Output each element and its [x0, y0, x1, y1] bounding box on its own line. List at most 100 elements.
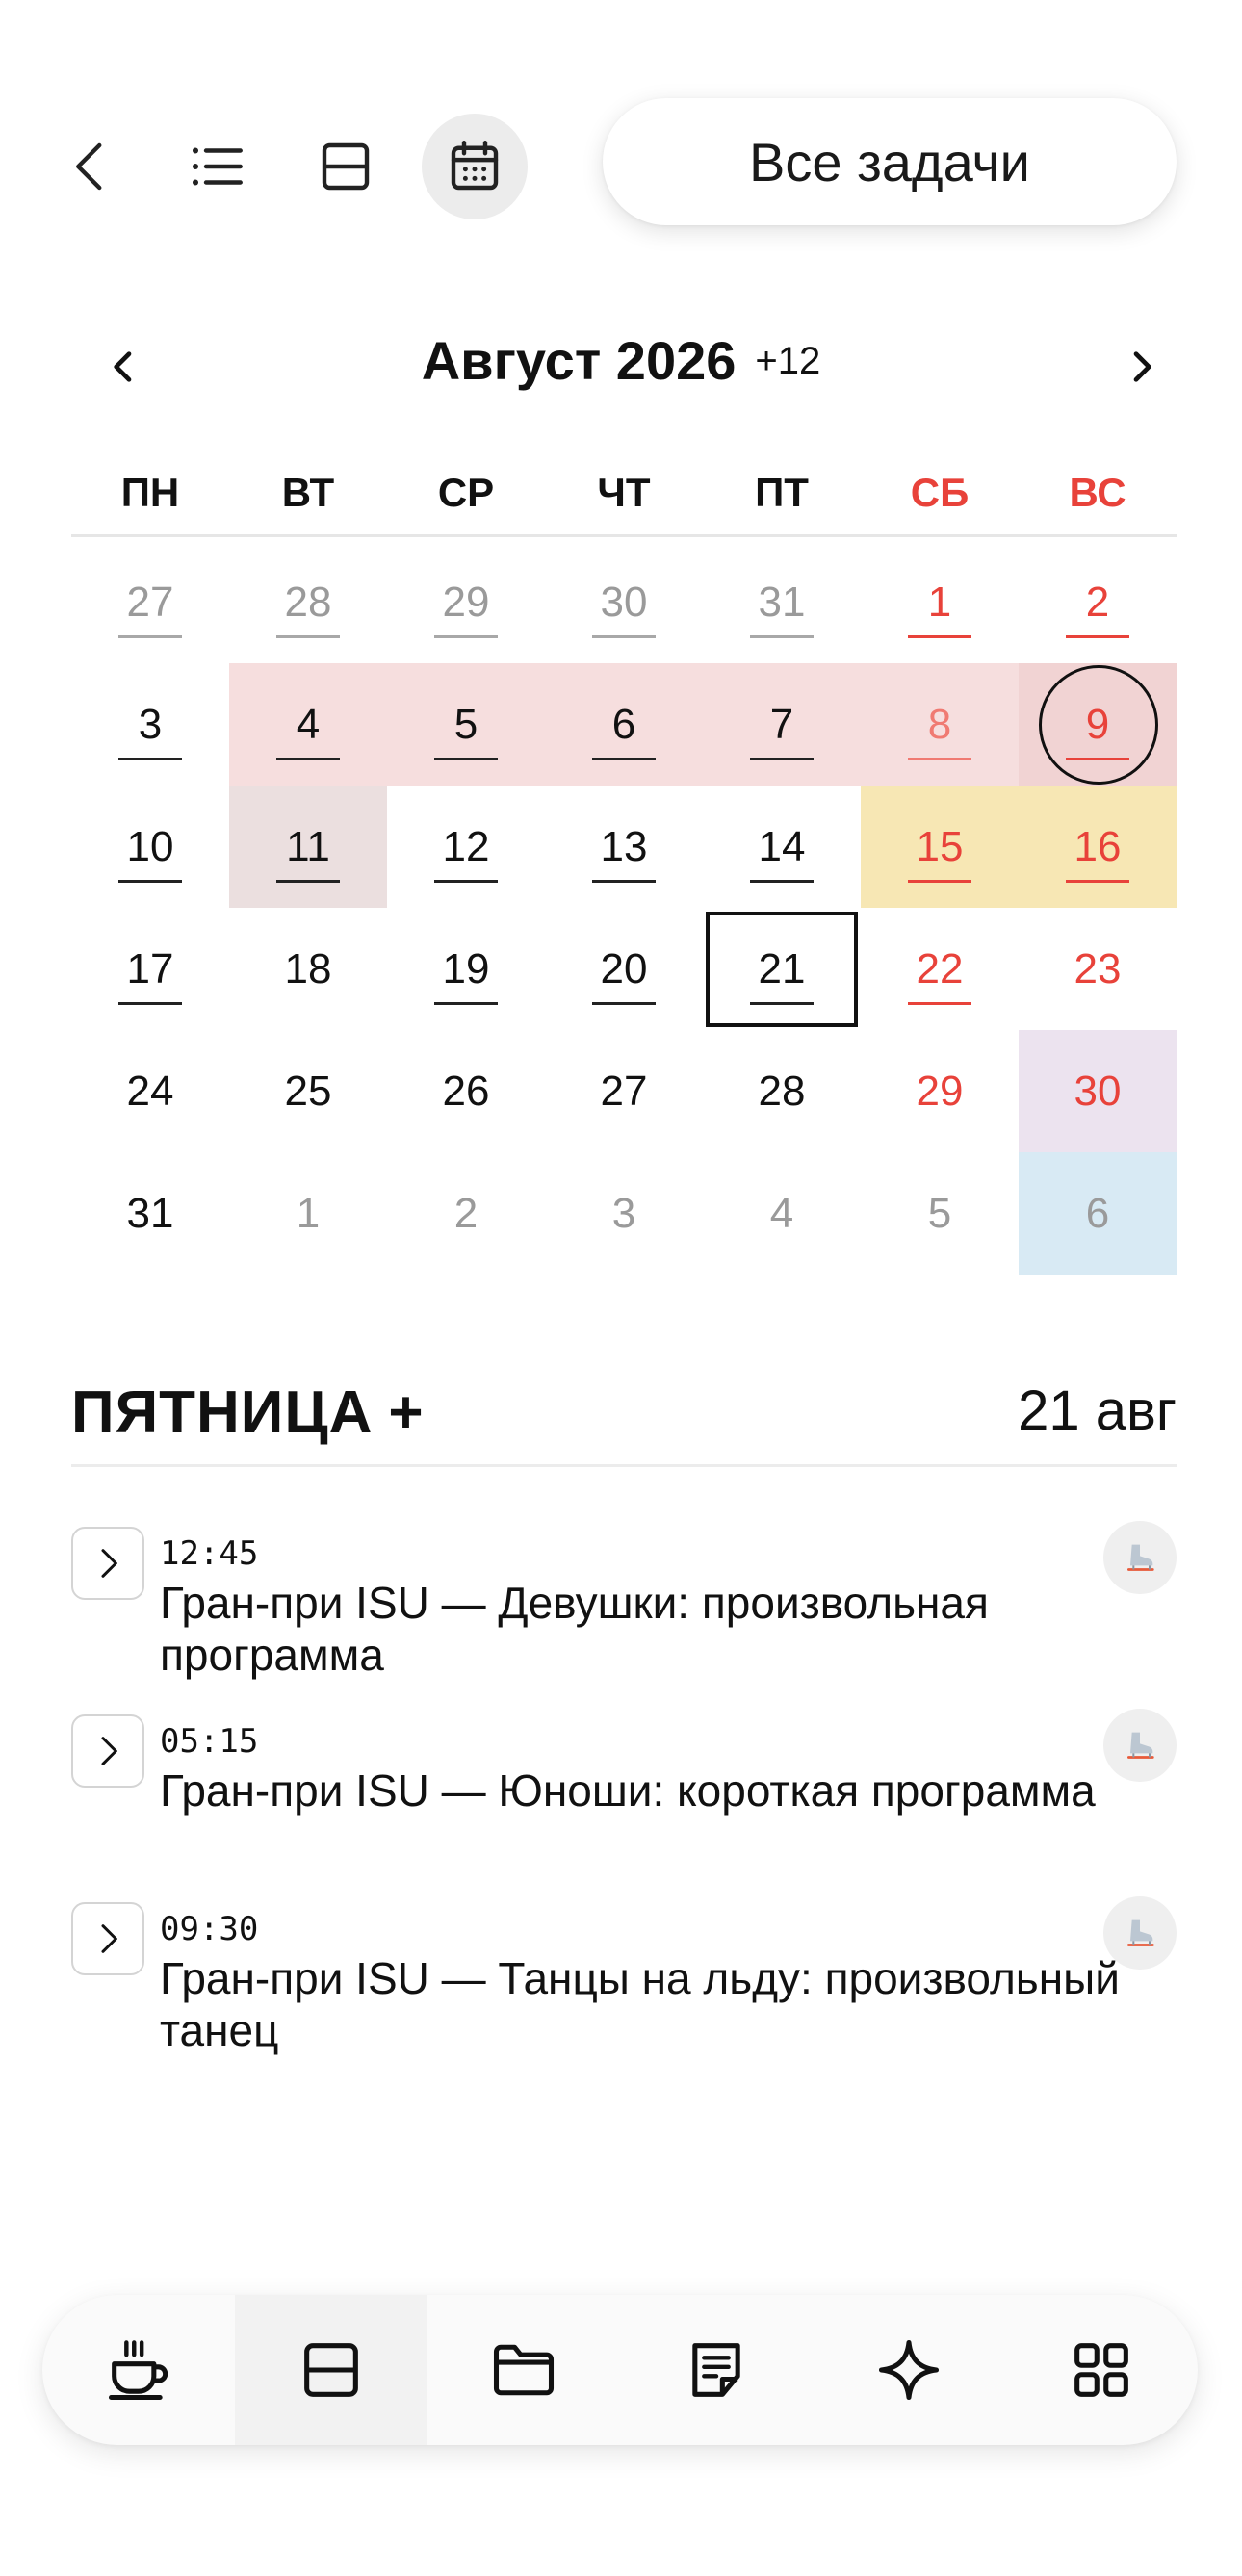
day-cell[interactable]: 30	[1019, 1030, 1177, 1152]
day-cell-selected[interactable]: 9	[1019, 663, 1177, 786]
day-cell[interactable]: 4	[229, 663, 387, 786]
weekday-name: ПЯТНИЦА	[71, 1379, 374, 1446]
day-cell[interactable]: 25	[229, 1030, 387, 1152]
extra-count: +12	[755, 340, 821, 382]
day-cell[interactable]: 5	[387, 663, 545, 786]
nav-more[interactable]	[1005, 2295, 1198, 2445]
expand-button[interactable]	[71, 1714, 144, 1788]
task-marker	[750, 880, 814, 883]
day-cell-today[interactable]: 21	[703, 908, 861, 1030]
task-time: 09:30	[160, 1910, 259, 1948]
split-view-icon	[322, 142, 370, 191]
task-item[interactable]: 05:15 Гран-при ISU — Юноши: короткая про…	[71, 1709, 1177, 1896]
day-cell[interactable]: 4	[703, 1152, 861, 1275]
task-marker	[276, 635, 340, 638]
day-cell[interactable]: 14	[703, 786, 861, 908]
day-cell[interactable]: 6	[545, 663, 703, 786]
task-marker	[1066, 880, 1129, 883]
calendar-view-button[interactable]	[422, 114, 528, 219]
nav-planner[interactable]	[235, 2295, 427, 2445]
task-list: 12:45 Гран-при ISU — Девушки: произвольн…	[71, 1521, 1177, 2084]
day-cell[interactable]: 7	[703, 663, 861, 786]
day-cell[interactable]: 29	[861, 1030, 1019, 1152]
day-cell[interactable]: 8	[861, 663, 1019, 786]
day-cell[interactable]: 10	[71, 786, 229, 908]
month-name: Август 2026	[421, 330, 737, 391]
day-cell[interactable]: 2	[1019, 541, 1177, 663]
day-number: 5	[453, 700, 479, 748]
day-cell[interactable]: 11	[229, 786, 387, 908]
day-cell[interactable]: 19	[387, 908, 545, 1030]
day-cell[interactable]: 1	[861, 541, 1019, 663]
folder-icon	[493, 2344, 555, 2396]
day-cell[interactable]: 3	[545, 1152, 703, 1275]
split-view-button[interactable]	[293, 114, 399, 219]
day-cell[interactable]: 29	[387, 541, 545, 663]
day-cell[interactable]: 31	[71, 1152, 229, 1275]
day-cell[interactable]: 15	[861, 786, 1019, 908]
day-cell[interactable]: 28	[229, 541, 387, 663]
calendar-week: 31 1 2 3 4 5 6	[71, 1152, 1177, 1275]
nav-notes[interactable]	[620, 2295, 813, 2445]
add-task-button[interactable]: +	[388, 1379, 424, 1446]
day-number: 2	[1085, 578, 1110, 626]
expand-button[interactable]	[71, 1902, 144, 1975]
nav-projects[interactable]	[427, 2295, 620, 2445]
day-cell[interactable]: 30	[545, 541, 703, 663]
day-cell[interactable]: 5	[861, 1152, 1019, 1275]
day-number: 29	[916, 1067, 964, 1115]
coffee-icon	[108, 2340, 168, 2401]
task-marker	[908, 1002, 971, 1005]
next-month-button[interactable]	[1107, 333, 1175, 400]
day-cell[interactable]: 28	[703, 1030, 861, 1152]
day-cell[interactable]: 26	[387, 1030, 545, 1152]
task-item[interactable]: 09:30 Гран-при ISU — Танцы на льду: прои…	[71, 1896, 1177, 2084]
notes-icon	[692, 2343, 740, 2397]
day-cell[interactable]: 23	[1019, 908, 1177, 1030]
nav-ai[interactable]	[813, 2295, 1005, 2445]
day-cell[interactable]: 31	[703, 541, 861, 663]
day-cell[interactable]: 3	[71, 663, 229, 786]
day-cell[interactable]: 22	[861, 908, 1019, 1030]
month-title[interactable]: Август 2026 +12	[71, 329, 1171, 392]
task-marker	[750, 758, 814, 760]
task-marker	[908, 758, 971, 760]
day-cell[interactable]: 20	[545, 908, 703, 1030]
task-marker	[118, 758, 182, 760]
day-number: 21	[758, 944, 806, 992]
task-marker	[1066, 635, 1129, 638]
day-cell[interactable]: 1	[229, 1152, 387, 1275]
list-icon	[192, 147, 243, 186]
expand-button[interactable]	[71, 1527, 144, 1600]
task-marker	[592, 635, 656, 638]
day-cell[interactable]: 27	[71, 541, 229, 663]
weekday-wed: СР	[437, 470, 495, 515]
task-marker	[750, 1002, 814, 1005]
day-number: 27	[600, 1067, 648, 1115]
day-number: 8	[927, 700, 952, 748]
day-cell[interactable]: 17	[71, 908, 229, 1030]
day-cell[interactable]: 13	[545, 786, 703, 908]
day-cell[interactable]: 2	[387, 1152, 545, 1275]
day-number: 9	[1085, 700, 1110, 748]
calendar-grid: 27 28 29 30 31 1 2 3 4 5 6 7 8 9 10 11 1…	[71, 541, 1177, 1275]
back-button[interactable]	[39, 114, 144, 219]
weekday-tue: ВТ	[281, 470, 335, 515]
list-view-button[interactable]	[164, 114, 270, 219]
day-number: 20	[600, 944, 648, 992]
nav-today[interactable]	[42, 2295, 235, 2445]
calendar-week: 3 4 5 6 7 8 9	[71, 663, 1177, 786]
day-cell[interactable]: 27	[545, 1030, 703, 1152]
task-title: Гран-при ISU — Танцы на льду: произвольн…	[160, 1953, 1120, 2055]
day-cell[interactable]: 18	[229, 908, 387, 1030]
task-item[interactable]: 12:45 Гран-при ISU — Девушки: произвольн…	[71, 1521, 1177, 1709]
day-cell[interactable]: 6	[1019, 1152, 1177, 1275]
day-cell[interactable]: 12	[387, 786, 545, 908]
weekday-mon: ПН	[120, 470, 180, 515]
task-marker	[592, 758, 656, 760]
all-tasks-button[interactable]: Все задачи	[603, 98, 1177, 225]
bottom-navigation	[42, 2295, 1198, 2445]
day-number: 17	[126, 944, 174, 992]
day-cell[interactable]: 16	[1019, 786, 1177, 908]
day-cell[interactable]: 24	[71, 1030, 229, 1152]
